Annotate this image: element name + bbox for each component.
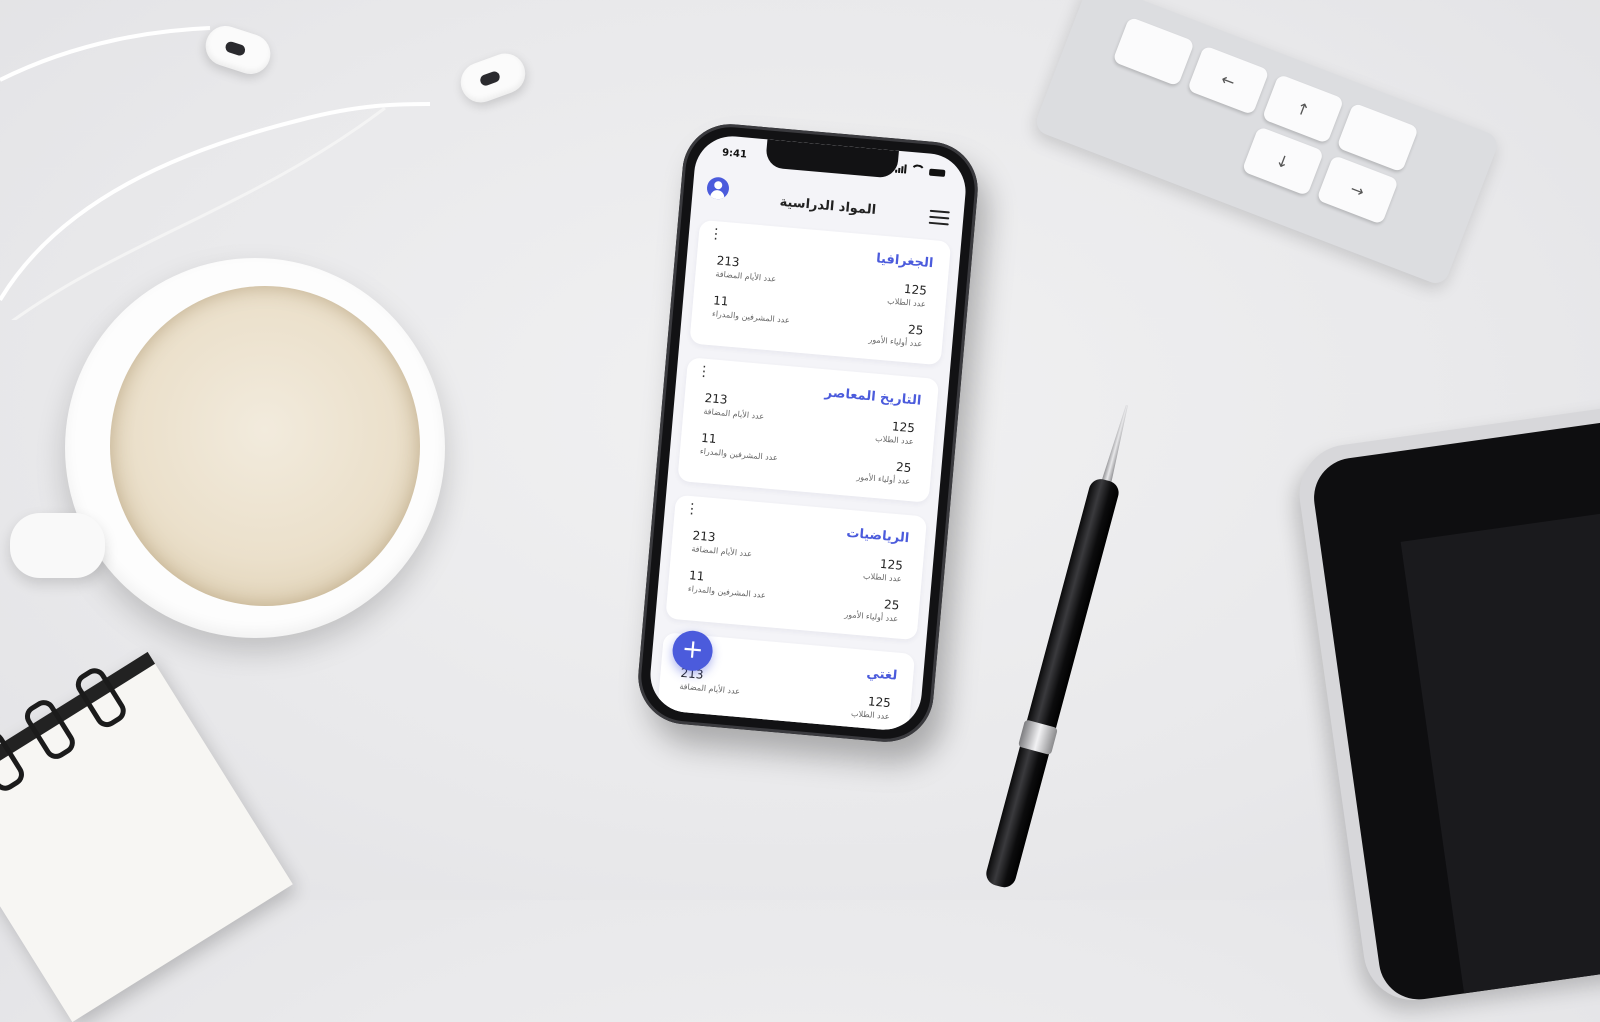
pen-body xyxy=(983,476,1122,890)
pen xyxy=(976,401,1143,912)
more-options-icon[interactable]: ⋮ xyxy=(684,501,699,518)
parents-stat: 25 عدد أولياء الأمور xyxy=(856,459,912,487)
students-stat: 125 عدد الطلاب xyxy=(850,694,892,722)
supervisors-stat: 11 عدد المشرفين والمدراء xyxy=(711,293,791,325)
subject-card[interactable]: ⋮ الرياضيات 213 عدد الأيام المضافة 11 عد… xyxy=(665,494,928,641)
subject-title: الجغرافيا xyxy=(875,251,934,272)
subject-title: لغتي xyxy=(865,666,898,684)
notebook-ring xyxy=(71,663,131,732)
parents-stat: 25 عدد أولياء الأمور xyxy=(844,597,900,624)
days-stat: 213 عدد الأيام المضافة xyxy=(691,528,753,559)
tablet xyxy=(1293,393,1600,1007)
subject-title: التاريخ المعاصر xyxy=(824,385,922,409)
notebook-ring xyxy=(20,695,80,764)
pen-tip xyxy=(1101,404,1131,484)
status-time: 9:41 xyxy=(721,147,748,161)
phone-frame: 9:41 المواد الدراسية ⋮ الجغرافيا 213 عدد… xyxy=(634,120,982,746)
students-stat: 125 عدد الطلاب xyxy=(862,556,904,584)
keyboard-key xyxy=(1112,16,1195,87)
students-stat: 125 عدد الطلاب xyxy=(886,281,928,309)
spiral-notebook xyxy=(0,651,293,1022)
supervisors-stat: 11 عدد المشرفين والمدراء xyxy=(687,568,767,600)
signal-icon xyxy=(895,164,907,174)
coffee-foam xyxy=(110,286,420,606)
keyboard: ← ↑ ↓ → xyxy=(1032,0,1501,288)
more-options-icon[interactable]: ⋮ xyxy=(708,226,723,243)
more-options-icon[interactable]: ⋮ xyxy=(696,363,711,380)
hamburger-menu-icon[interactable] xyxy=(928,209,950,226)
students-stat: 125 عدد الطلاب xyxy=(874,419,916,447)
subject-title: الرياضيات xyxy=(845,525,910,547)
battery-icon xyxy=(928,168,946,177)
coffee-cup xyxy=(10,258,445,638)
tablet-screen xyxy=(1308,407,1600,1005)
supervisors-stat: 11 عدد المشرفين والمدراء xyxy=(699,430,779,463)
subject-card[interactable]: ⋮ التاريخ المعاصر 213 عدد الأيام المضافة… xyxy=(677,357,940,503)
app-screen: 9:41 المواد الدراسية ⋮ الجغرافيا 213 عدد… xyxy=(647,133,969,733)
cup-handle xyxy=(10,513,105,578)
arrow-left-key: ← xyxy=(1186,45,1270,116)
days-stat: 213 عدد الأيام المضافة xyxy=(715,253,777,284)
status-icons xyxy=(895,163,946,177)
phone: 9:41 المواد الدراسية ⋮ الجغرافيا 213 عدد… xyxy=(634,120,982,746)
wifi-icon xyxy=(909,163,926,176)
phone-notch xyxy=(764,139,899,179)
parents-stat: 25 عدد أولياء الأمور xyxy=(868,322,924,349)
subject-card[interactable]: ⋮ الجغرافيا 213 عدد الأيام المضافة 11 عد… xyxy=(689,219,952,366)
notebook-ring xyxy=(0,727,29,796)
page-title: المواد الدراسية xyxy=(779,194,877,219)
days-stat: 213 عدد الأيام المضافة xyxy=(703,390,765,422)
